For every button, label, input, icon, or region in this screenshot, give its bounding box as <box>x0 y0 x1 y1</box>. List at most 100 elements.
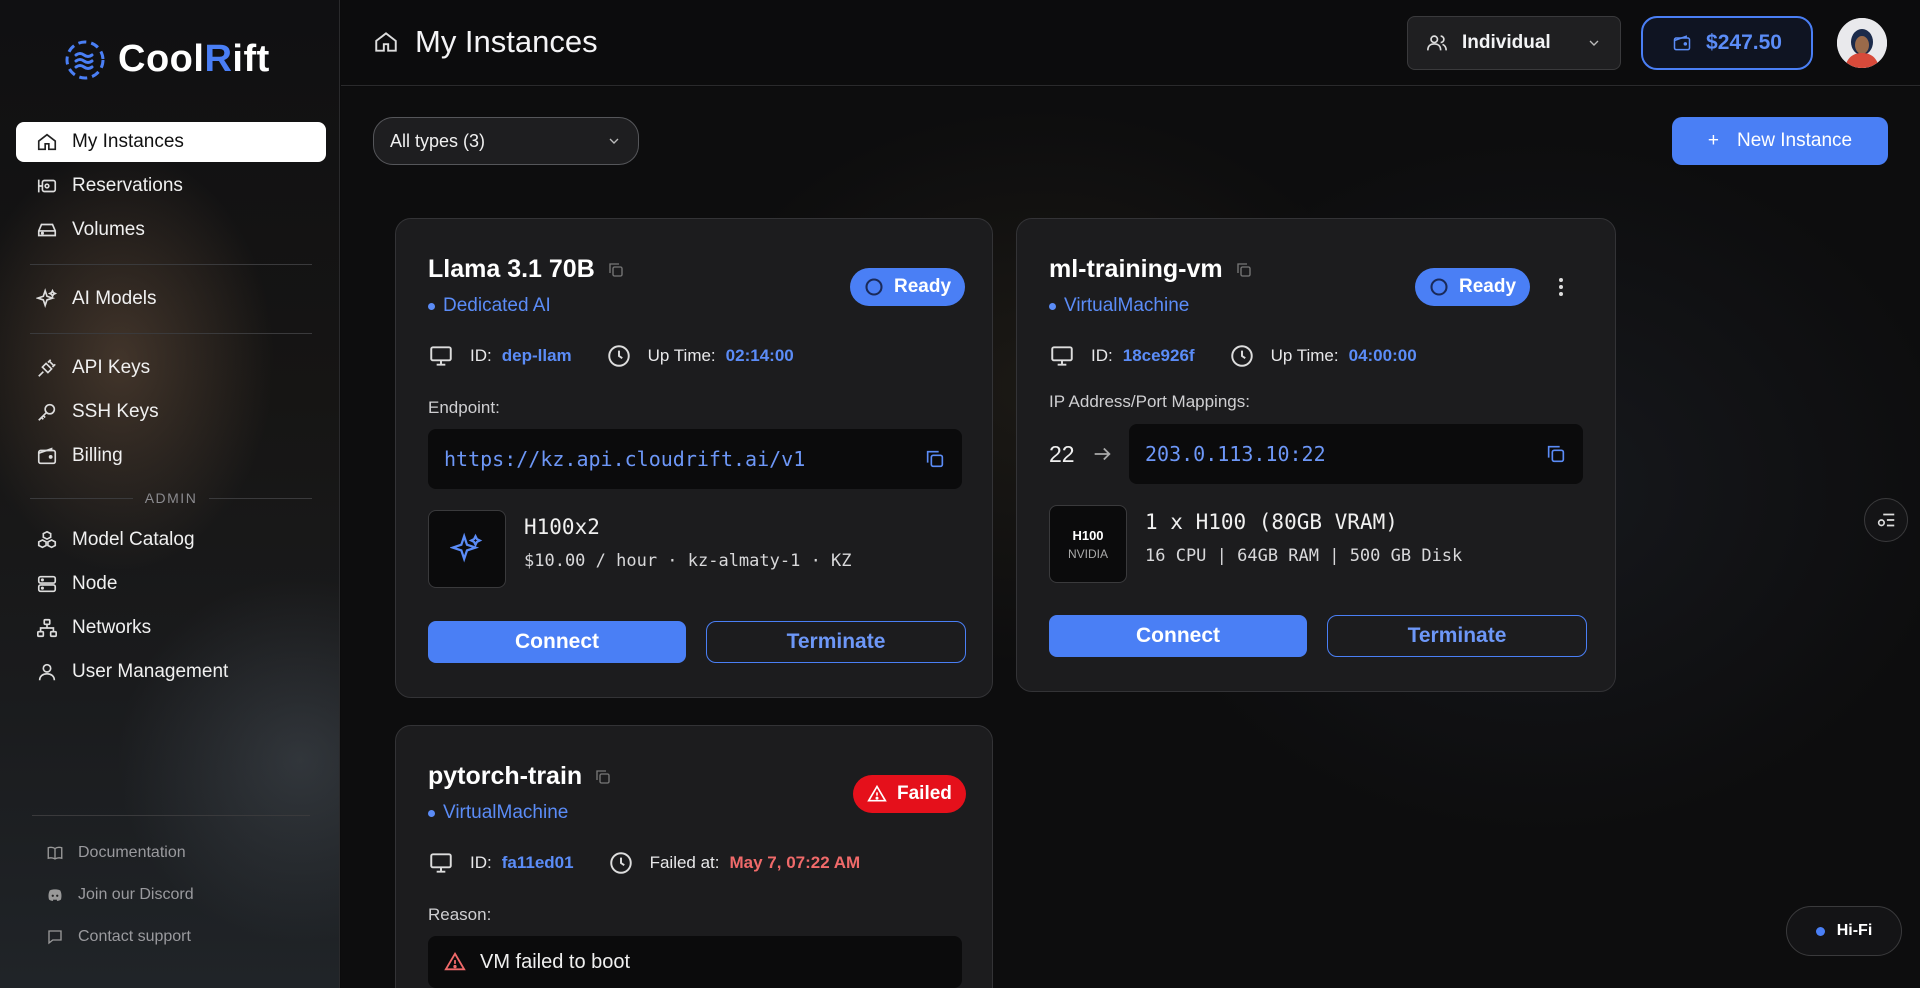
instance-title: pytorch-train <box>428 762 612 791</box>
monitor-icon <box>430 853 452 873</box>
uptime-label: Up Time: <box>647 346 716 365</box>
user-icon <box>38 663 56 681</box>
boxes-icon <box>37 530 57 549</box>
port-mapping-label: IP Address/Port Mappings: <box>1049 392 1250 411</box>
status-badge: Ready <box>850 268 966 306</box>
sparkles-icon <box>450 532 483 563</box>
admin-section-label: ADMIN <box>30 490 312 506</box>
gpu-tile: H100 NVIDIA <box>1049 505 1127 583</box>
copy-icon[interactable] <box>924 448 946 470</box>
sidebar-item-label: Model Catalog <box>72 529 195 550</box>
sidebar-item-my-instances[interactable]: My Instances <box>16 122 326 162</box>
instance-meta: ID: 18ce926f Up Time: 04:00:00 <box>1049 343 1417 369</box>
brand-logo[interactable]: CoolRift <box>64 38 270 81</box>
reason-label: Reason: <box>428 905 492 924</box>
network-icon <box>37 618 57 638</box>
reservations-icon <box>37 179 57 193</box>
instance-type: Dedicated AI <box>428 295 551 317</box>
warning-icon <box>444 951 466 971</box>
instance-name: pytorch-train <box>428 762 583 790</box>
sidebar-item-label: Reservations <box>72 175 183 196</box>
sidebar-item-label: API Keys <box>72 357 151 378</box>
copy-icon[interactable] <box>1235 261 1253 279</box>
documentation-link[interactable]: Documentation <box>32 832 310 874</box>
sidebar-item-user-management[interactable]: User Management <box>16 652 326 692</box>
terminate-button[interactable]: Terminate <box>1327 615 1587 657</box>
status-ring-icon <box>1430 278 1448 296</box>
sidebar-item-volumes[interactable]: Volumes <box>16 210 326 250</box>
more-vertical-icon[interactable] <box>1549 275 1573 299</box>
id-label: ID: <box>1091 346 1113 365</box>
side-panel-toggle[interactable] <box>1864 498 1908 542</box>
status-label: Ready <box>894 276 952 297</box>
page-title: My Instances <box>373 24 598 60</box>
book-icon <box>47 846 63 860</box>
instance-type: VirtualMachine <box>1049 295 1189 317</box>
hardware-name: 1 x H100 (80GB VRAM) <box>1145 510 1398 534</box>
clock-icon <box>609 852 632 874</box>
gpu-model: H100 <box>1072 527 1104 543</box>
instance-card: ml-training-vm VirtualMachine Ready ID: … <box>1016 218 1616 692</box>
status-badge: Failed <box>853 775 966 813</box>
home-icon <box>37 133 57 151</box>
type-dot <box>428 809 435 817</box>
copy-icon[interactable] <box>594 768 612 786</box>
copy-icon[interactable] <box>1545 443 1567 465</box>
contact-support-link[interactable]: Contact support <box>32 916 310 958</box>
account-type-select[interactable]: Individual <box>1407 16 1621 70</box>
type-filter-select[interactable]: All types (3) <box>373 117 639 165</box>
instance-card: pytorch-train VirtualMachine Failed ID: … <box>395 725 993 988</box>
instance-id: dep-llam <box>501 346 572 365</box>
type-dot <box>1049 302 1056 310</box>
status-badge: Ready <box>1415 268 1531 306</box>
reason-box: VM failed to boot <box>428 936 962 988</box>
sidebar-item-reservations[interactable]: Reservations <box>16 166 326 206</box>
chevron-down-icon <box>609 138 619 144</box>
chevron-down-icon <box>1589 40 1599 46</box>
discord-link[interactable]: Join our Discord <box>32 874 310 916</box>
failed-at-label: Failed at: <box>649 853 720 872</box>
avatar-icon <box>1837 18 1887 68</box>
sidebar-item-label: SSH Keys <box>72 401 159 422</box>
type-filter-label: All types (3) <box>390 130 486 151</box>
hifi-widget[interactable]: Hi-Fi <box>1786 906 1902 956</box>
clock-icon <box>607 345 630 367</box>
ip-address[interactable]: 203.0.113.10:22 <box>1145 442 1326 466</box>
sidebar-item-label: Volumes <box>72 219 145 240</box>
endpoint-label: Endpoint: <box>428 398 500 417</box>
account-type-label: Individual <box>1462 32 1551 53</box>
sidebar-item-node[interactable]: Node <box>16 564 326 604</box>
uptime-label: Up Time: <box>1270 346 1339 365</box>
copy-icon[interactable] <box>607 261 625 279</box>
terminate-button[interactable]: Terminate <box>706 621 966 663</box>
connect-button[interactable]: Connect <box>1049 615 1307 657</box>
connect-button[interactable]: Connect <box>428 621 686 663</box>
user-avatar[interactable] <box>1837 18 1887 68</box>
endpoint-url[interactable]: https://kz.api.cloudrift.ai/v1 <box>444 447 805 471</box>
instance-title: ml-training-vm <box>1049 255 1253 284</box>
sidebar-item-ai-models[interactable]: AI Models <box>16 279 326 319</box>
instance-id: fa11ed01 <box>501 853 574 872</box>
id-label: ID: <box>470 853 492 872</box>
sidebar-item-ssh-keys[interactable]: SSH Keys <box>16 392 326 432</box>
nav-divider <box>30 264 312 265</box>
new-instance-button[interactable]: + New Instance <box>1672 117 1888 165</box>
sidebar-item-networks[interactable]: Networks <box>16 608 326 648</box>
instance-id: 18ce926f <box>1122 346 1195 365</box>
sidebar-item-model-catalog[interactable]: Model Catalog <box>16 520 326 560</box>
sidebar-item-billing[interactable]: Billing <box>16 436 326 476</box>
type-dot <box>428 302 435 310</box>
sidebar-item-api-keys[interactable]: API Keys <box>16 348 326 388</box>
balance-amount: $247.50 <box>1706 31 1782 54</box>
page-title-text: My Instances <box>415 24 598 59</box>
instance-name: ml-training-vm <box>1049 255 1223 283</box>
plug-icon <box>38 359 56 377</box>
balance-button[interactable]: $247.50 <box>1641 16 1813 70</box>
wallet-icon <box>1673 35 1691 51</box>
brand-name: CoolRift <box>118 38 270 80</box>
contact-support-label: Contact support <box>78 928 191 945</box>
ip-address-box: 203.0.113.10:22 <box>1129 424 1583 484</box>
uptime-value: 02:14:00 <box>725 346 794 365</box>
volumes-icon <box>37 223 57 237</box>
instance-meta: ID: dep-llam Up Time: 02:14:00 <box>428 343 794 369</box>
